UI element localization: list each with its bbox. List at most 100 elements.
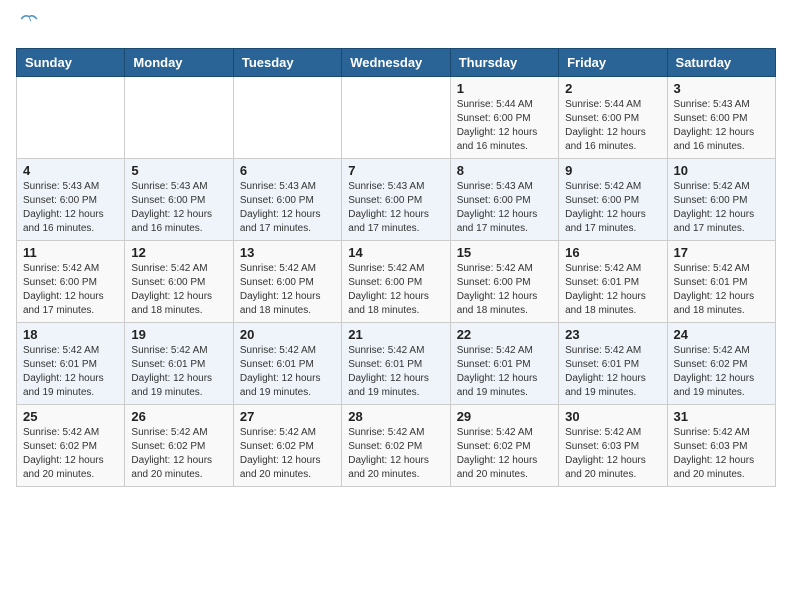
weekday-header-wednesday: Wednesday	[342, 49, 450, 77]
day-info: Sunrise: 5:43 AM Sunset: 6:00 PM Dayligh…	[131, 180, 226, 236]
day-info: Sunrise: 5:42 AM Sunset: 6:01 PM Dayligh…	[23, 344, 118, 400]
calendar-day-cell: 1 Sunrise: 5:44 AM Sunset: 6:00 PM Daylig…	[450, 77, 558, 159]
calendar-day-cell: 24Sunrise: 5:42 AM Sunset: 6:02 PM Dayli…	[667, 323, 775, 405]
weekday-header-monday: Monday	[125, 49, 233, 77]
day-info: Sunrise: 5:42 AM Sunset: 6:00 PM Dayligh…	[348, 262, 443, 318]
calendar-day-cell: 13Sunrise: 5:42 AM Sunset: 6:00 PM Dayli…	[233, 241, 341, 323]
calendar-day-cell	[125, 77, 233, 159]
day-number: 15	[457, 245, 552, 260]
day-info: Sunrise: 5:42 AM Sunset: 6:00 PM Dayligh…	[131, 262, 226, 318]
weekday-header-thursday: Thursday	[450, 49, 558, 77]
day-info: Sunrise: 5:42 AM Sunset: 6:02 PM Dayligh…	[240, 426, 335, 482]
day-number: 10	[674, 163, 769, 178]
day-number: 3	[674, 81, 769, 96]
day-number: 4	[23, 163, 118, 178]
day-info: Sunrise: 5:42 AM Sunset: 6:00 PM Dayligh…	[565, 180, 660, 236]
day-number: 21	[348, 327, 443, 342]
calendar-day-cell: 22 Sunrise: 5:42 AM Sunset: 6:01 PM Dayli…	[450, 323, 558, 405]
day-number: 16	[565, 245, 660, 260]
calendar-day-cell: 3 Sunrise: 5:43 AM Sunset: 6:00 PM Daylig…	[667, 77, 775, 159]
day-number: 20	[240, 327, 335, 342]
calendar-table: SundayMondayTuesdayWednesdayThursdayFrid…	[16, 48, 776, 487]
day-info: Sunrise: 5:42 AM Sunset: 6:01 PM Dayligh…	[457, 344, 552, 400]
calendar-day-cell: 30 Sunrise: 5:42 AM Sunset: 6:03 PM Dayli…	[559, 405, 667, 487]
calendar-day-cell: 7 Sunrise: 5:43 AM Sunset: 6:00 PM Daylig…	[342, 159, 450, 241]
day-info: Sunrise: 5:42 AM Sunset: 6:02 PM Dayligh…	[23, 426, 118, 482]
day-number: 24	[674, 327, 769, 342]
calendar-day-cell: 6Sunrise: 5:43 AM Sunset: 6:00 PM Daylig…	[233, 159, 341, 241]
day-number: 8	[457, 163, 552, 178]
calendar-day-cell: 19 Sunrise: 5:42 AM Sunset: 6:01 PM Dayli…	[125, 323, 233, 405]
day-info: Sunrise: 5:43 AM Sunset: 6:00 PM Dayligh…	[457, 180, 552, 236]
day-info: Sunrise: 5:42 AM Sunset: 6:00 PM Dayligh…	[674, 180, 769, 236]
calendar-day-cell: 5 Sunrise: 5:43 AM Sunset: 6:00 PM Daylig…	[125, 159, 233, 241]
day-number: 7	[348, 163, 443, 178]
calendar-day-cell: 21 Sunrise: 5:42 AM Sunset: 6:01 PM Dayli…	[342, 323, 450, 405]
day-info: Sunrise: 5:44 AM Sunset: 6:00 PM Dayligh…	[457, 98, 552, 154]
calendar-day-cell: 12 Sunrise: 5:42 AM Sunset: 6:00 PM Dayli…	[125, 241, 233, 323]
day-number: 26	[131, 409, 226, 424]
calendar-day-cell: 16 Sunrise: 5:42 AM Sunset: 6:01 PM Dayli…	[559, 241, 667, 323]
day-number: 6	[240, 163, 335, 178]
weekday-header-sunday: Sunday	[17, 49, 125, 77]
day-info: Sunrise: 5:43 AM Sunset: 6:00 PM Dayligh…	[23, 180, 118, 236]
calendar-day-cell: 8 Sunrise: 5:43 AM Sunset: 6:00 PM Daylig…	[450, 159, 558, 241]
weekday-header-row: SundayMondayTuesdayWednesdayThursdayFrid…	[17, 49, 776, 77]
day-number: 1	[457, 81, 552, 96]
calendar-day-cell: 29Sunrise: 5:42 AM Sunset: 6:02 PM Dayli…	[450, 405, 558, 487]
day-info: Sunrise: 5:42 AM Sunset: 6:01 PM Dayligh…	[565, 262, 660, 318]
day-number: 12	[131, 245, 226, 260]
calendar-day-cell: 10 Sunrise: 5:42 AM Sunset: 6:00 PM Dayli…	[667, 159, 775, 241]
day-number: 9	[565, 163, 660, 178]
calendar-day-cell	[17, 77, 125, 159]
calendar-day-cell: 17 Sunrise: 5:42 AM Sunset: 6:01 PM Dayli…	[667, 241, 775, 323]
page-header	[16, 16, 776, 40]
calendar-day-cell: 20 Sunrise: 5:42 AM Sunset: 6:01 PM Dayli…	[233, 323, 341, 405]
calendar-day-cell: 18Sunrise: 5:42 AM Sunset: 6:01 PM Dayli…	[17, 323, 125, 405]
weekday-header-tuesday: Tuesday	[233, 49, 341, 77]
day-info: Sunrise: 5:42 AM Sunset: 6:00 PM Dayligh…	[457, 262, 552, 318]
day-number: 22	[457, 327, 552, 342]
calendar-day-cell: 23 Sunrise: 5:42 AM Sunset: 6:01 PM Dayli…	[559, 323, 667, 405]
weekday-header-saturday: Saturday	[667, 49, 775, 77]
logo	[16, 16, 38, 40]
day-info: Sunrise: 5:42 AM Sunset: 6:03 PM Dayligh…	[674, 426, 769, 482]
day-number: 31	[674, 409, 769, 424]
calendar-week-row: 18Sunrise: 5:42 AM Sunset: 6:01 PM Dayli…	[17, 323, 776, 405]
day-number: 19	[131, 327, 226, 342]
day-info: Sunrise: 5:42 AM Sunset: 6:01 PM Dayligh…	[348, 344, 443, 400]
day-number: 30	[565, 409, 660, 424]
calendar-day-cell: 14Sunrise: 5:42 AM Sunset: 6:00 PM Dayli…	[342, 241, 450, 323]
day-number: 5	[131, 163, 226, 178]
day-info: Sunrise: 5:42 AM Sunset: 6:01 PM Dayligh…	[240, 344, 335, 400]
day-info: Sunrise: 5:42 AM Sunset: 6:02 PM Dayligh…	[131, 426, 226, 482]
calendar-day-cell: 25 Sunrise: 5:42 AM Sunset: 6:02 PM Dayli…	[17, 405, 125, 487]
day-info: Sunrise: 5:42 AM Sunset: 6:00 PM Dayligh…	[240, 262, 335, 318]
day-number: 25	[23, 409, 118, 424]
day-number: 23	[565, 327, 660, 342]
calendar-day-cell: 2Sunrise: 5:44 AM Sunset: 6:00 PM Daylig…	[559, 77, 667, 159]
day-info: Sunrise: 5:42 AM Sunset: 6:01 PM Dayligh…	[565, 344, 660, 400]
day-number: 17	[674, 245, 769, 260]
day-info: Sunrise: 5:42 AM Sunset: 6:02 PM Dayligh…	[348, 426, 443, 482]
calendar-week-row: 1 Sunrise: 5:44 AM Sunset: 6:00 PM Daylig…	[17, 77, 776, 159]
day-number: 28	[348, 409, 443, 424]
calendar-day-cell: 28 Sunrise: 5:42 AM Sunset: 6:02 PM Dayli…	[342, 405, 450, 487]
calendar-day-cell: 27 Sunrise: 5:42 AM Sunset: 6:02 PM Dayli…	[233, 405, 341, 487]
calendar-day-cell: 31 Sunrise: 5:42 AM Sunset: 6:03 PM Dayli…	[667, 405, 775, 487]
day-info: Sunrise: 5:43 AM Sunset: 6:00 PM Dayligh…	[674, 98, 769, 154]
calendar-day-cell	[342, 77, 450, 159]
calendar-day-cell: 4 Sunrise: 5:43 AM Sunset: 6:00 PM Daylig…	[17, 159, 125, 241]
day-info: Sunrise: 5:42 AM Sunset: 6:01 PM Dayligh…	[674, 262, 769, 318]
day-info: Sunrise: 5:42 AM Sunset: 6:01 PM Dayligh…	[131, 344, 226, 400]
day-number: 27	[240, 409, 335, 424]
weekday-header-friday: Friday	[559, 49, 667, 77]
day-info: Sunrise: 5:42 AM Sunset: 6:02 PM Dayligh…	[457, 426, 552, 482]
day-info: Sunrise: 5:42 AM Sunset: 6:03 PM Dayligh…	[565, 426, 660, 482]
logo-bird-icon	[20, 12, 38, 26]
calendar-week-row: 11Sunrise: 5:42 AM Sunset: 6:00 PM Dayli…	[17, 241, 776, 323]
day-info: Sunrise: 5:42 AM Sunset: 6:00 PM Dayligh…	[23, 262, 118, 318]
calendar-day-cell: 11Sunrise: 5:42 AM Sunset: 6:00 PM Dayli…	[17, 241, 125, 323]
day-info: Sunrise: 5:43 AM Sunset: 6:00 PM Dayligh…	[348, 180, 443, 236]
calendar-day-cell	[233, 77, 341, 159]
